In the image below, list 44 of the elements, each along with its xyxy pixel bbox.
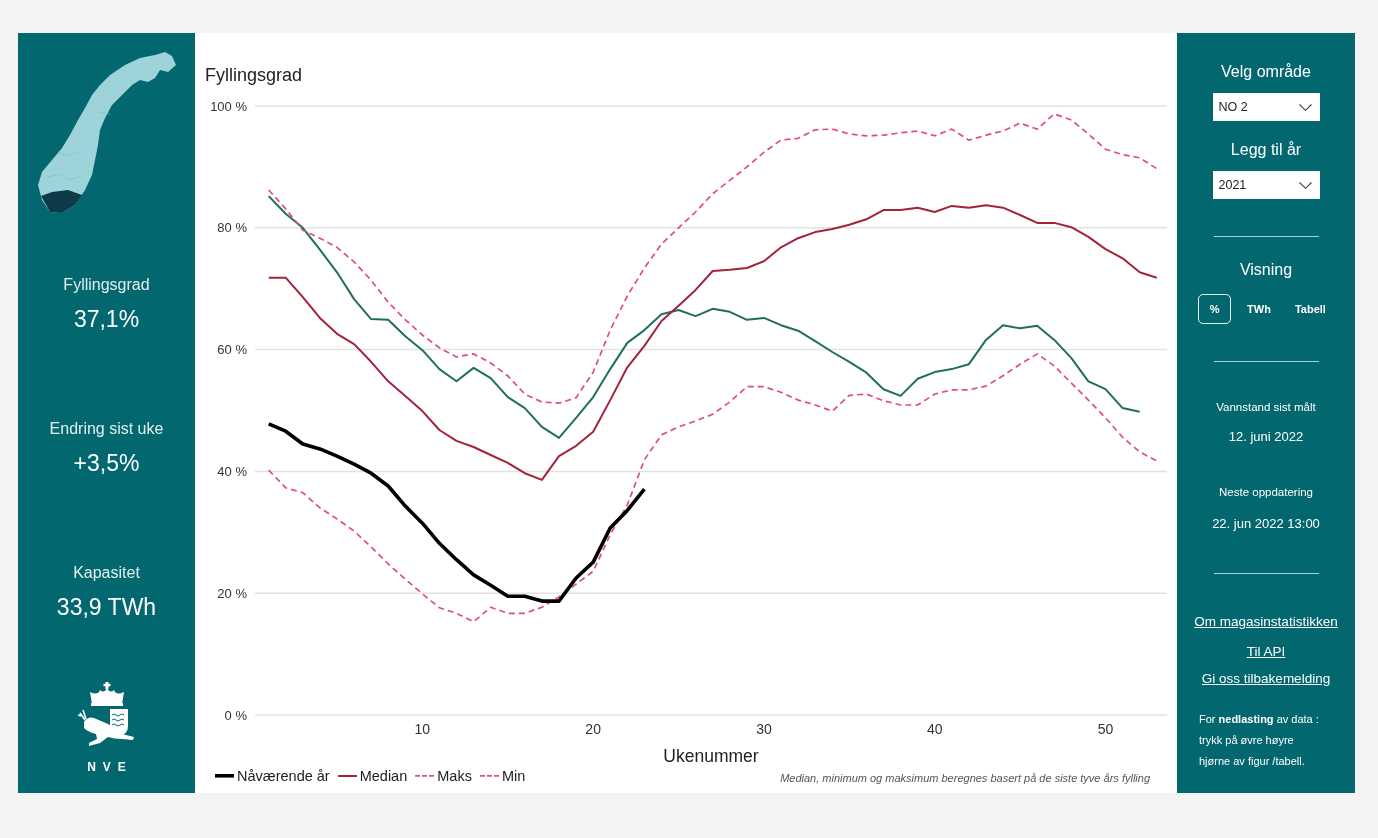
view-toggle[interactable]: % — [1198, 294, 1232, 324]
axis-tick-label: 10 — [414, 721, 431, 737]
link[interactable]: Om magasinstatistikken — [1194, 613, 1338, 631]
axis-tick-label: 40 — [926, 721, 943, 737]
link[interactable]: Til API — [1246, 643, 1286, 661]
axis-tick-label: 20 % — [217, 585, 247, 601]
legend-label: Nåværende år — [237, 767, 330, 785]
axis-tick-label: 30 — [756, 721, 772, 737]
info-label: Vannstand sist målt — [1216, 400, 1316, 415]
stat-label: Fyllingsgrad — [63, 275, 150, 295]
link[interactable]: Gi oss tilbakemelding — [1201, 670, 1331, 688]
info-value: 12. juni 2022 — [1228, 428, 1304, 446]
stat-label: Kapasitet — [73, 563, 140, 583]
axis-title: Ukenummer — [663, 746, 759, 763]
axis-tick-label: 20 — [585, 721, 601, 737]
download-note: For nedlasting av data : trykk på øvre høyre hjørne av figur /tabell. — [1199, 712, 1319, 769]
crest-logo-icon — [77, 682, 136, 749]
stat-value: 33,9 TWh — [56, 593, 157, 621]
legend-label: Min — [501, 767, 526, 785]
stat-label: Endring sist uke — [49, 419, 164, 439]
year-select[interactable]: 2021 — [1212, 171, 1320, 199]
legend-label: Maks — [437, 767, 472, 785]
stat-value: +3,5% — [73, 449, 140, 477]
select-label: Velg område — [1221, 62, 1311, 82]
axis-tick-label: 60 % — [217, 342, 247, 358]
chart-footnote: Median, minimum og maksimum beregnes basert på de siste tyve års fylling — [780, 771, 1150, 785]
select-label: Legg til år — [1230, 140, 1302, 160]
view-label: Visning — [1239, 260, 1293, 280]
area-select[interactable]: NO 2 — [1212, 93, 1320, 121]
view-toggle[interactable]: Tabell — [1286, 294, 1334, 324]
axis-tick-label: 80 % — [217, 220, 247, 236]
axis-tick-label: 100 % — [210, 98, 247, 114]
info-value: 22. jun 2022 13:00 — [1212, 515, 1320, 533]
chevron-down-icon — [1298, 103, 1312, 111]
chevron-down-icon — [1298, 181, 1312, 189]
axis-tick-label: 0 % — [224, 707, 247, 723]
axis-tick-label: 40 % — [217, 463, 247, 479]
chart-title: Fyllingsgrad — [204, 64, 303, 86]
info-label: Neste oppdatering — [1219, 485, 1313, 500]
axis-tick-label: 50 — [1097, 721, 1114, 737]
stat-value: 37,1% — [73, 305, 140, 333]
logo-text: NVE — [86, 760, 133, 774]
legend-label: Median — [359, 767, 408, 785]
view-toggle[interactable]: TWh — [1239, 294, 1279, 324]
